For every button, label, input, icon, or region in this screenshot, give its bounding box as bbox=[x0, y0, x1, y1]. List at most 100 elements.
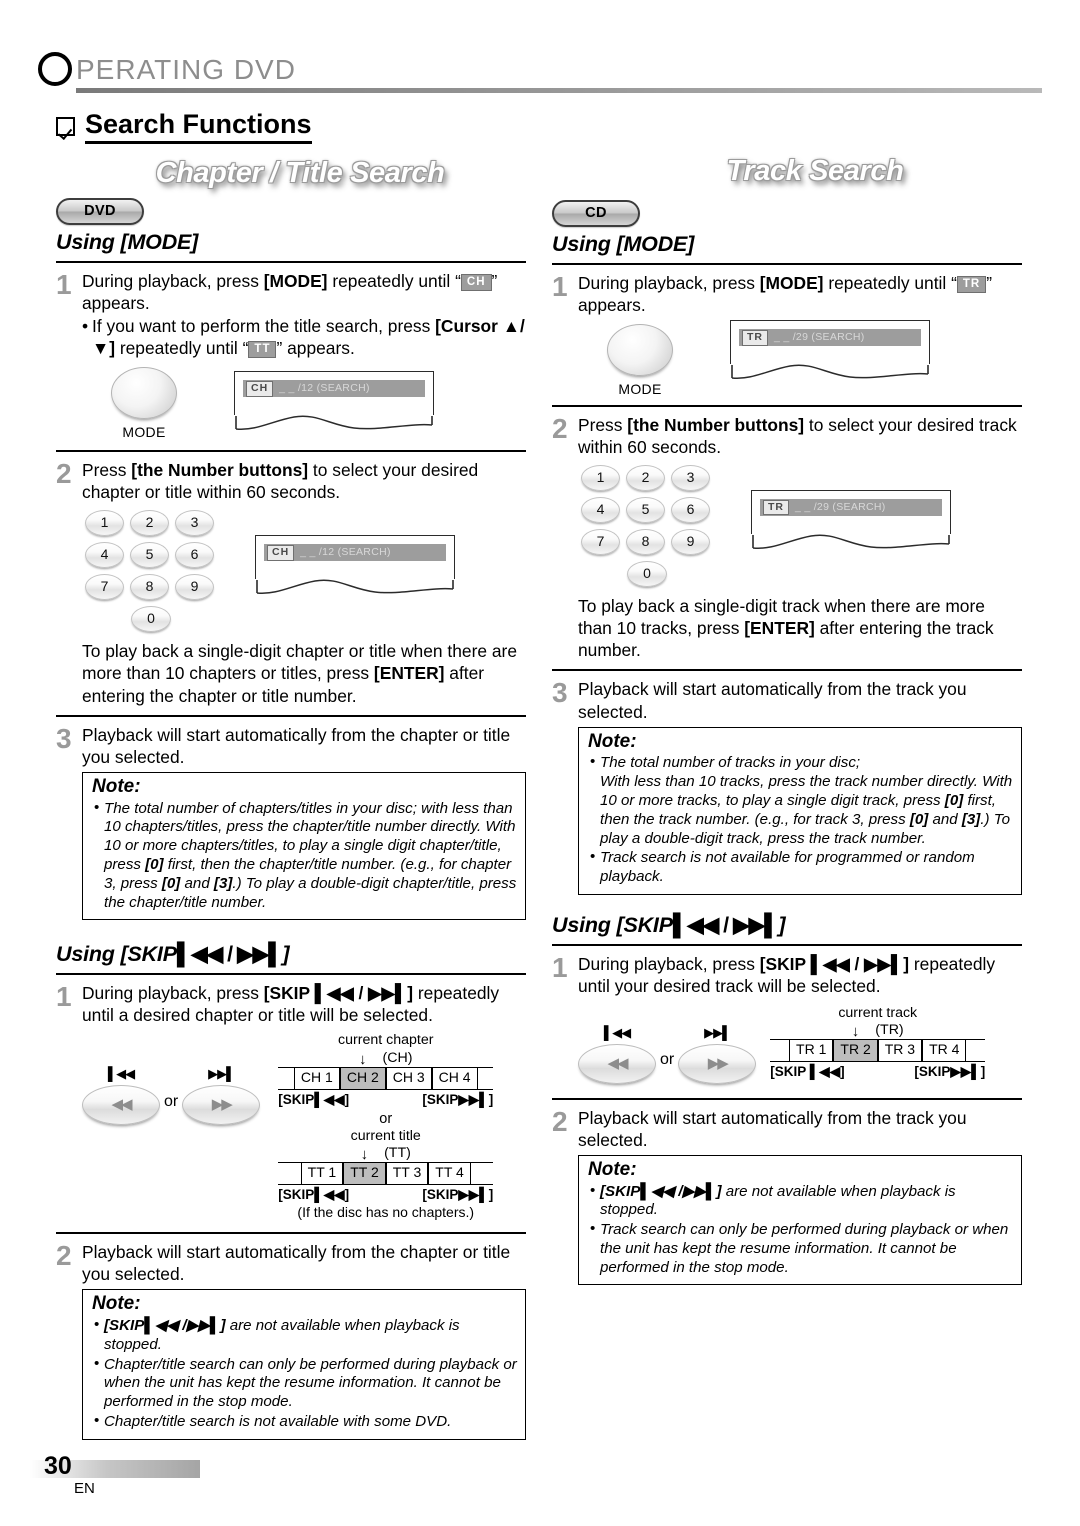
text: During playback, press bbox=[578, 273, 760, 293]
osd-chip-ch-icon: CH bbox=[460, 274, 492, 292]
banner-left-label: Chapter / Title Search bbox=[155, 156, 445, 189]
divider bbox=[552, 943, 1022, 946]
number-button-5[interactable]: 5 bbox=[626, 497, 665, 524]
note-list: [SKIP▌◀◀ /▶▶▌] are not available when pl… bbox=[92, 1316, 517, 1432]
key-skip: [SKIP ▌◀◀ / ▶▶▌] bbox=[759, 953, 910, 974]
number-button-9[interactable]: 9 bbox=[175, 574, 214, 601]
left-step-1: 1 During playback, press [MODE] repeated… bbox=[56, 270, 526, 442]
step-body: During playback, press [SKIP ▌◀◀ / ▶▶▌] … bbox=[578, 953, 1022, 1084]
osd-text: _ _ /29 (SEARCH) bbox=[774, 331, 865, 344]
number-button-0[interactable]: 0 bbox=[627, 561, 667, 588]
step-number: 1 bbox=[552, 271, 568, 302]
note-list: The total number of chapters/titles in y… bbox=[92, 799, 517, 913]
number-button-6[interactable]: 6 bbox=[671, 497, 710, 524]
osd-bar: TR _ _ /29 (SEARCH) bbox=[739, 329, 921, 347]
key-enter: [ENTER] bbox=[373, 663, 445, 684]
number-button-8[interactable]: 8 bbox=[130, 574, 169, 601]
note-heading: Note: bbox=[92, 775, 141, 797]
text: During playback, press bbox=[82, 983, 264, 1004]
skip-next-group: ▶▶▌ ▶▶ bbox=[182, 1066, 261, 1125]
number-button-1[interactable]: 1 bbox=[85, 510, 124, 537]
number-button-3[interactable]: 3 bbox=[175, 510, 214, 537]
skip-prev-group: ▌◀◀ ◀◀ bbox=[578, 1025, 656, 1084]
divider bbox=[56, 973, 526, 976]
numpad-row: 1 2 3 bbox=[578, 462, 713, 494]
note-list: [SKIP▌◀◀ /▶▶▌] are not available when pl… bbox=[588, 1182, 1013, 1278]
right-step-1: 1 During playback, press [MODE] repeated… bbox=[552, 272, 1022, 399]
skip-left-label: [SKIP ▌◀◀] bbox=[770, 1064, 845, 1080]
right-using-skip-heading: Using [SKIP▌◀◀ / ▶▶▌] bbox=[552, 913, 1022, 938]
title-cell: TT 3 bbox=[385, 1163, 429, 1185]
numpad-row: 0 bbox=[82, 603, 217, 635]
numpad-row: 0 bbox=[578, 558, 713, 590]
number-button-3[interactable]: 3 bbox=[671, 465, 710, 492]
number-button-7[interactable]: 7 bbox=[85, 574, 124, 601]
track-cell-active: TR 2 bbox=[833, 1040, 878, 1062]
skip-buttons: ▌◀◀ ◀◀ or ▶▶▌ ▶▶ bbox=[82, 1066, 261, 1125]
skip-next-button[interactable]: ▶▶ bbox=[678, 1043, 757, 1084]
osd-bar: CH _ _ /12 (SEARCH) bbox=[243, 380, 425, 398]
number-button-2[interactable]: 2 bbox=[130, 510, 169, 537]
right-skip-illustration: ▌◀◀ ◀◀ or ▶▶▌ ▶▶ current track ↓ (TR) TR… bbox=[578, 1005, 1022, 1084]
step-number: 1 bbox=[56, 269, 72, 300]
left-numpad-illustration: 1 2 3 4 5 6 7 8 9 0 CH _ _ /12 (SEARCH) bbox=[82, 507, 526, 635]
osd-text: _ _ /29 (SEARCH) bbox=[795, 500, 886, 513]
key-skip: [SKIP ▌◀◀ / ▶▶▌] bbox=[263, 983, 414, 1004]
title-cell-active: TT 2 bbox=[343, 1163, 386, 1185]
number-button-2[interactable]: 2 bbox=[626, 465, 665, 492]
osd-torn-edge bbox=[752, 534, 950, 550]
skip-next-group: ▶▶▌ ▶▶ bbox=[678, 1025, 757, 1084]
step-number: 1 bbox=[56, 981, 72, 1013]
number-button-4[interactable]: 4 bbox=[581, 497, 620, 524]
text: repeatedly until “ bbox=[115, 338, 249, 359]
dvd-badge-label: DVD bbox=[56, 198, 144, 225]
right-using-mode-heading: Using [MODE] bbox=[552, 232, 695, 256]
current-track-label: current track bbox=[838, 1005, 918, 1022]
step-body: Playback will start automatically from t… bbox=[578, 1107, 1022, 1286]
number-button-8[interactable]: 8 bbox=[626, 529, 665, 556]
arrow-row: ↓ (CH) bbox=[278, 1049, 493, 1067]
number-button-1[interactable]: 1 bbox=[581, 465, 620, 492]
skip-next-button[interactable]: ▶▶ bbox=[182, 1084, 261, 1125]
text: During playback, press bbox=[578, 953, 760, 974]
divider bbox=[56, 261, 526, 263]
number-button-6[interactable]: 6 bbox=[175, 542, 214, 569]
number-button-9[interactable]: 9 bbox=[671, 529, 710, 556]
right-mode-note-box: Note: The total number of tracks in your… bbox=[578, 726, 1022, 895]
osd-display-chapter-2: CH _ _ /12 (SEARCH) bbox=[255, 535, 455, 597]
text: During playback, press bbox=[82, 271, 264, 291]
bullet-dot-icon: • bbox=[82, 316, 89, 337]
note-heading: Note: bbox=[92, 1293, 141, 1315]
mode-button-label: MODE bbox=[122, 424, 166, 441]
right-column: CD Using [MODE] 1 During playback, press… bbox=[552, 200, 1022, 1286]
text: Using [SKIP bbox=[56, 942, 177, 967]
number-button-4[interactable]: 4 bbox=[85, 542, 124, 569]
osd-chip-tr-icon: TR bbox=[956, 276, 987, 294]
skip-prev-button[interactable]: ◀◀ bbox=[578, 1043, 656, 1084]
mode-button-knob-icon bbox=[111, 367, 177, 420]
skip-right-label: [SKIP▶▶▌] bbox=[422, 1091, 494, 1107]
left-step-1-bullet: • If you want to perform the title searc… bbox=[82, 315, 526, 359]
right-mode-illustration: MODE TR _ _ /29 (SEARCH) bbox=[578, 320, 1022, 399]
left-using-mode-heading: Using [MODE] bbox=[56, 230, 199, 254]
step-body: During playback, press [SKIP ▌◀◀ / ▶▶▌] … bbox=[82, 982, 526, 1222]
page-header-title: PERATING DVD bbox=[76, 54, 296, 85]
numpad-row: 4 5 6 bbox=[82, 539, 217, 571]
divider bbox=[56, 1232, 526, 1235]
number-button-5[interactable]: 5 bbox=[130, 542, 169, 569]
text: Playback will start automatically from t… bbox=[578, 679, 967, 722]
number-button-0[interactable]: 0 bbox=[131, 606, 171, 633]
skip-prev-group: ▌◀◀ ◀◀ bbox=[82, 1066, 160, 1125]
title-cell: TT 1 bbox=[300, 1163, 344, 1185]
down-arrow-icon: ↓ bbox=[359, 1050, 367, 1068]
banner-chapter-title-search: Chapter / Title Search bbox=[145, 152, 455, 194]
skip-prev-button[interactable]: ◀◀ bbox=[82, 1084, 160, 1125]
number-button-7[interactable]: 7 bbox=[581, 529, 620, 556]
arrow-row: ↓ (TT) bbox=[278, 1144, 493, 1162]
note-item: [SKIP▌◀◀ /▶▶▌] are not available when pl… bbox=[588, 1182, 1013, 1221]
chapter-skip-labels: [SKIP▌◀◀] [SKIP▶▶▌] bbox=[278, 1091, 493, 1108]
track-cells: TR 1 TR 2 TR 3 TR 4 bbox=[770, 1039, 986, 1063]
page-title: Search Functions bbox=[85, 109, 312, 144]
osd-chip-tt-icon: TT bbox=[248, 341, 277, 359]
step-body: During playback, press [MODE] repeatedly… bbox=[82, 270, 526, 442]
